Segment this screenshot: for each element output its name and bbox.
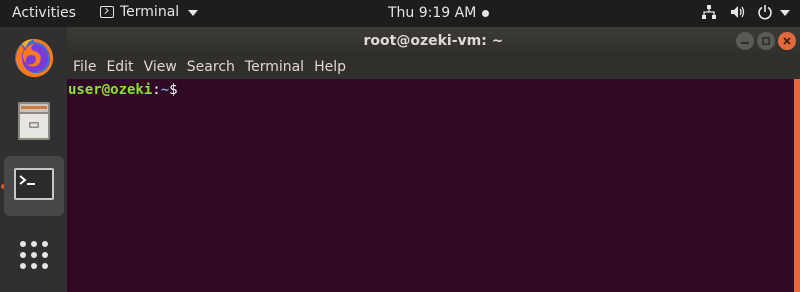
dock-item-show-applications[interactable]: [4, 227, 64, 287]
chevron-down-icon: [780, 10, 790, 16]
dock-item-firefox[interactable]: [4, 30, 64, 90]
prompt-user: user@ozeki: [68, 82, 153, 98]
activities-button[interactable]: Activities: [12, 5, 76, 21]
dock: [0, 27, 67, 292]
chevron-down-icon: [188, 10, 199, 16]
top-bar: Activities Terminal Thu 9:19 AM: [0, 0, 800, 27]
files-icon: [12, 98, 56, 146]
terminal-icon: [12, 162, 56, 210]
menu-bar: File Edit View Search Terminal Help: [67, 55, 800, 79]
dock-item-terminal[interactable]: [4, 156, 64, 216]
maximize-button[interactable]: [757, 32, 775, 50]
menu-file[interactable]: File: [73, 59, 96, 75]
notification-dot-icon: [482, 9, 490, 17]
app-menu[interactable]: Terminal: [100, 4, 199, 20]
app-menu-label: Terminal: [120, 4, 180, 20]
terminal-small-icon: [100, 6, 114, 18]
menu-search[interactable]: Search: [187, 59, 235, 75]
power-icon[interactable]: [757, 4, 790, 20]
window-title: root@ozeki-vm: ~: [363, 33, 504, 49]
menu-view[interactable]: View: [144, 59, 177, 75]
menu-help[interactable]: Help: [314, 59, 346, 75]
terminal-area[interactable]: user@ozeki:~$: [67, 79, 800, 292]
close-button[interactable]: [778, 32, 796, 50]
title-bar[interactable]: root@ozeki-vm: ~: [67, 27, 800, 55]
menu-edit[interactable]: Edit: [106, 59, 133, 75]
scrollbar[interactable]: [794, 79, 800, 292]
network-icon[interactable]: [701, 4, 717, 20]
dock-item-files[interactable]: [4, 92, 64, 152]
prompt-symbol: $: [169, 82, 178, 98]
terminal-window: root@ozeki-vm: ~ File Edit View Search T…: [67, 27, 800, 292]
firefox-icon: [12, 36, 56, 84]
menu-terminal[interactable]: Terminal: [245, 59, 304, 75]
window-controls: [736, 32, 796, 50]
minimize-button[interactable]: [736, 32, 754, 50]
prompt-line: user@ozeki:~$: [68, 81, 178, 99]
prompt-path: ~: [160, 82, 170, 98]
clock[interactable]: Thu 9:19 AM: [388, 5, 490, 21]
clock-text: Thu 9:19 AM: [388, 5, 477, 21]
volume-icon[interactable]: [729, 4, 745, 20]
system-tray[interactable]: [701, 4, 790, 20]
app-grid-icon: [16, 237, 52, 277]
prompt-colon: :: [152, 82, 161, 98]
